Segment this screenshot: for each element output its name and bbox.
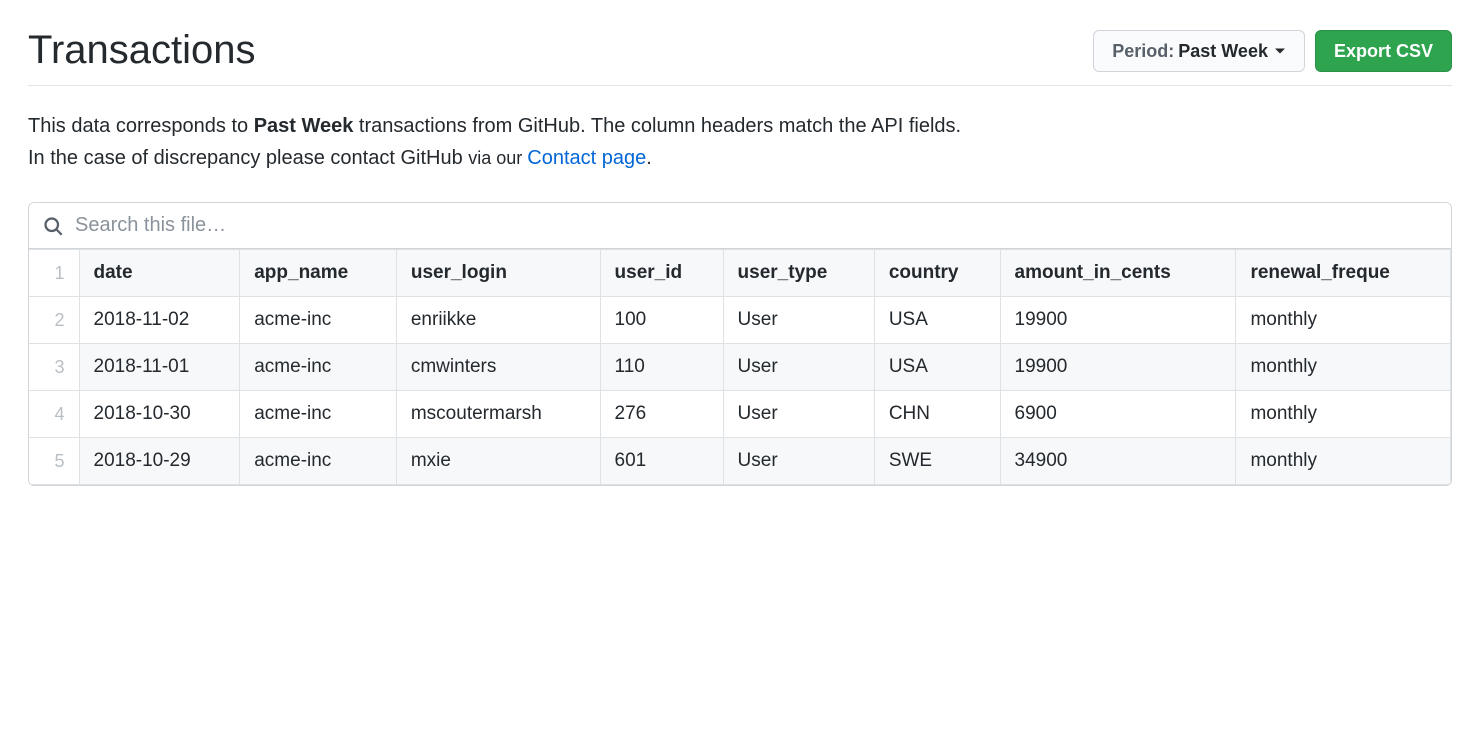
desc-line1-suffix: transactions from GitHub. The column hea… bbox=[353, 115, 961, 137]
transactions-table: 1 date app_name user_login user_id user_… bbox=[29, 249, 1451, 485]
desc-line2-sub: via our bbox=[468, 148, 527, 168]
search-icon bbox=[43, 216, 63, 236]
table-scroll: 1 date app_name user_login user_id user_… bbox=[29, 249, 1451, 485]
table-cell: cmwinters bbox=[396, 344, 600, 391]
table-header-row: 1 date app_name user_login user_id user_… bbox=[29, 250, 1451, 297]
table-cell: 2018-10-29 bbox=[79, 438, 240, 485]
contact-page-link[interactable]: Contact page bbox=[527, 147, 646, 169]
table-cell: 100 bbox=[600, 297, 723, 344]
export-csv-button[interactable]: Export CSV bbox=[1315, 30, 1452, 72]
table-cell: User bbox=[723, 391, 874, 438]
desc-line1-prefix: This data corresponds to bbox=[28, 115, 254, 137]
table-cell: monthly bbox=[1236, 438, 1451, 485]
table-cell: monthly bbox=[1236, 344, 1451, 391]
description: This data corresponds to Past Week trans… bbox=[28, 110, 1452, 174]
table-cell: 2018-11-01 bbox=[79, 344, 240, 391]
desc-line2-end: . bbox=[646, 147, 652, 169]
table-cell: 2018-10-30 bbox=[79, 391, 240, 438]
table-cell: acme-inc bbox=[240, 297, 397, 344]
line-number: 3 bbox=[29, 344, 79, 391]
table-cell: monthly bbox=[1236, 391, 1451, 438]
table-cell: User bbox=[723, 297, 874, 344]
period-value: Past Week bbox=[1178, 39, 1268, 63]
table-cell: 19900 bbox=[1000, 344, 1236, 391]
file-box: 1 date app_name user_login user_id user_… bbox=[28, 202, 1452, 486]
line-number: 4 bbox=[29, 391, 79, 438]
table-cell: acme-inc bbox=[240, 344, 397, 391]
line-number: 2 bbox=[29, 297, 79, 344]
header-actions: Period: Past Week Export CSV bbox=[1093, 30, 1452, 72]
period-dropdown[interactable]: Period: Past Week bbox=[1093, 30, 1305, 72]
chevron-down-icon bbox=[1274, 47, 1286, 55]
col-amount-in-cents: amount_in_cents bbox=[1000, 250, 1236, 297]
table-cell: User bbox=[723, 438, 874, 485]
page-header: Transactions Period: Past Week Export CS… bbox=[28, 28, 1452, 86]
table-cell: mxie bbox=[396, 438, 600, 485]
desc-line1-bold: Past Week bbox=[254, 115, 354, 137]
table-row: 42018-10-30acme-incmscoutermarsh276UserC… bbox=[29, 391, 1451, 438]
period-label-prefix: Period: bbox=[1112, 39, 1174, 63]
line-number: 5 bbox=[29, 438, 79, 485]
col-user-id: user_id bbox=[600, 250, 723, 297]
table-cell: 34900 bbox=[1000, 438, 1236, 485]
table-cell: User bbox=[723, 344, 874, 391]
header-line-number: 1 bbox=[29, 250, 79, 297]
col-date: date bbox=[79, 250, 240, 297]
table-cell: 276 bbox=[600, 391, 723, 438]
table-cell: USA bbox=[874, 297, 1000, 344]
col-app-name: app_name bbox=[240, 250, 397, 297]
table-cell: acme-inc bbox=[240, 438, 397, 485]
col-country: country bbox=[874, 250, 1000, 297]
table-cell: SWE bbox=[874, 438, 1000, 485]
table-cell: acme-inc bbox=[240, 391, 397, 438]
col-renewal-frequency: renewal_freque bbox=[1236, 250, 1451, 297]
table-cell: 601 bbox=[600, 438, 723, 485]
search-input[interactable] bbox=[73, 213, 1437, 238]
table-cell: monthly bbox=[1236, 297, 1451, 344]
table-cell: mscoutermarsh bbox=[396, 391, 600, 438]
search-row bbox=[29, 203, 1451, 249]
table-row: 32018-11-01acme-inccmwinters110UserUSA19… bbox=[29, 344, 1451, 391]
table-cell: enriikke bbox=[396, 297, 600, 344]
page-title: Transactions bbox=[28, 28, 256, 73]
col-user-login: user_login bbox=[396, 250, 600, 297]
table-cell: 110 bbox=[600, 344, 723, 391]
table-cell: 2018-11-02 bbox=[79, 297, 240, 344]
table-cell: USA bbox=[874, 344, 1000, 391]
table-cell: 6900 bbox=[1000, 391, 1236, 438]
table-row: 22018-11-02acme-incenriikke100UserUSA199… bbox=[29, 297, 1451, 344]
table-cell: CHN bbox=[874, 391, 1000, 438]
col-user-type: user_type bbox=[723, 250, 874, 297]
table-row: 52018-10-29acme-incmxie601UserSWE34900mo… bbox=[29, 438, 1451, 485]
table-cell: 19900 bbox=[1000, 297, 1236, 344]
desc-line2-prefix: In the case of discrepancy please contac… bbox=[28, 147, 468, 169]
